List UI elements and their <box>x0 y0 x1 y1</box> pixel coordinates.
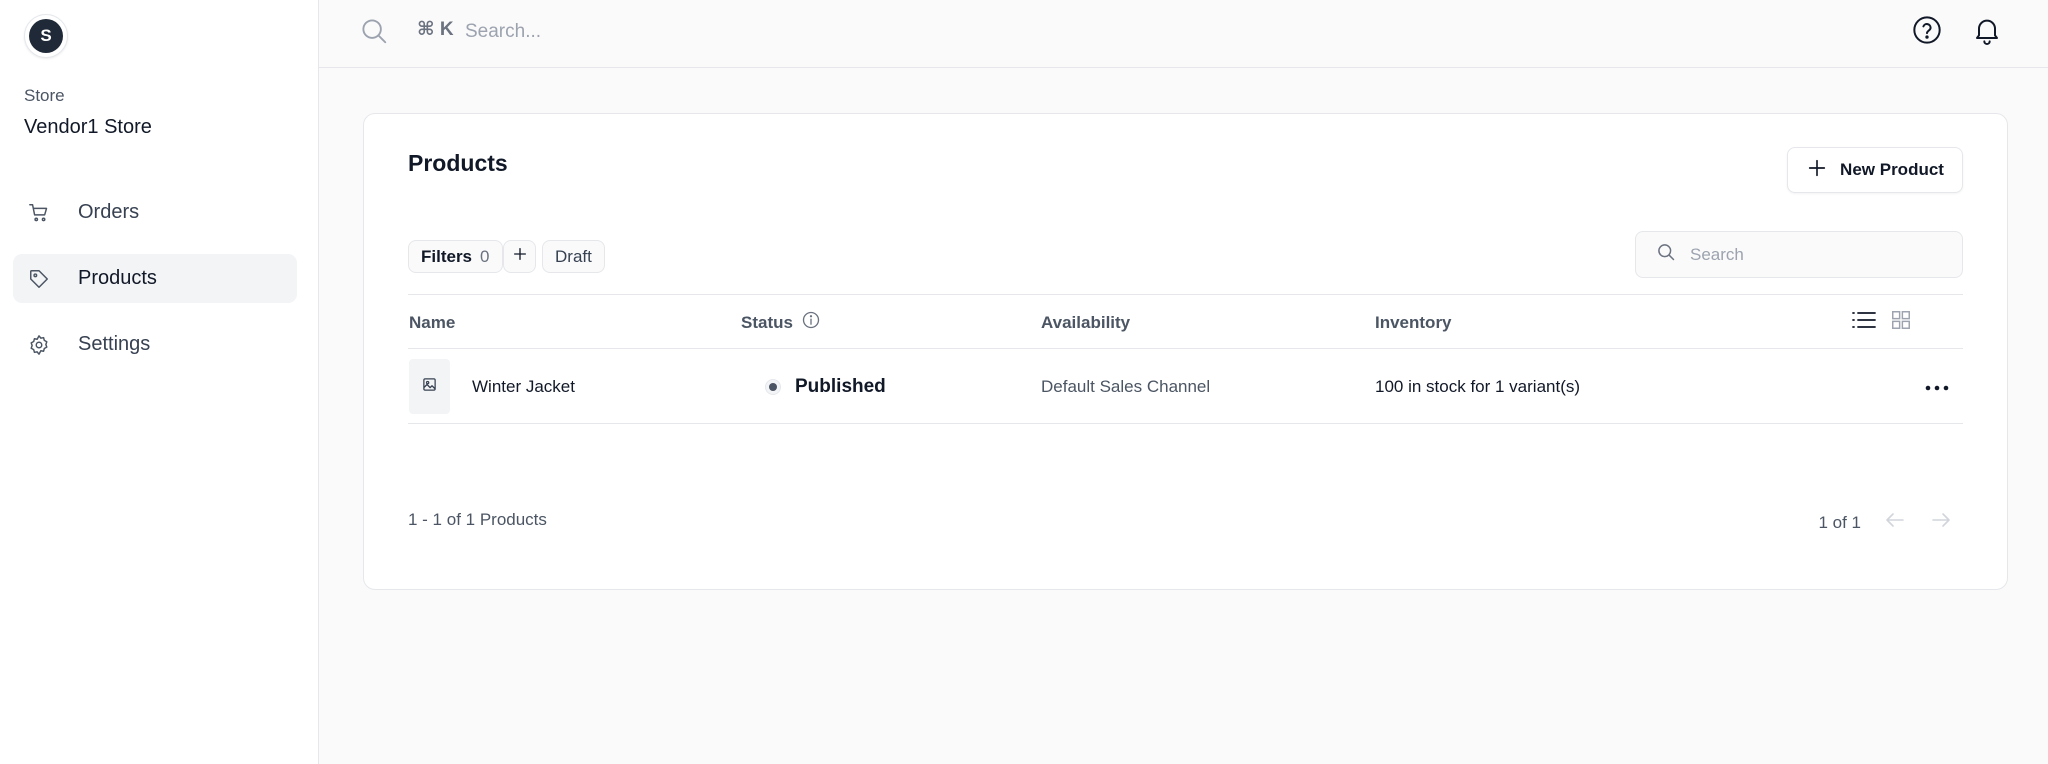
plus-icon <box>1806 157 1828 184</box>
table-row[interactable]: Winter Jacket Published Default Sales Ch… <box>408 349 1963 424</box>
store-avatar[interactable]: S <box>24 14 68 58</box>
info-icon[interactable] <box>801 310 821 335</box>
topbar: ⌘ K <box>319 0 2048 68</box>
search-icon[interactable] <box>359 16 389 51</box>
avatar-letter: S <box>29 19 63 53</box>
status-badge: Published <box>765 349 886 424</box>
column-header-availability[interactable]: Availability <box>1041 295 1130 350</box>
bell-icon[interactable] <box>1971 14 2003 51</box>
sidebar-item-settings[interactable]: Settings <box>13 320 297 369</box>
new-product-label: New Product <box>1840 160 1944 179</box>
global-search-input[interactable] <box>465 14 965 50</box>
arrow-right-icon <box>1929 513 1953 536</box>
sidebar-item-label: Products <box>78 267 157 289</box>
draft-filter-chip[interactable]: Draft <box>542 240 605 273</box>
prev-page-button[interactable] <box>1883 508 1907 537</box>
page-indicator: 1 of 1 <box>1818 512 1861 532</box>
list-view-icon[interactable] <box>1852 309 1876 336</box>
new-product-button[interactable]: New Product <box>1787 147 1963 193</box>
page-title: Products <box>408 150 508 176</box>
view-toggle <box>1852 295 1912 350</box>
main-content: ⌘ K Products New Prod <box>319 0 2048 764</box>
products-card: Products New Product Filters 0 Draft Sea… <box>363 113 2008 590</box>
product-name: Winter Jacket <box>472 376 575 396</box>
image-icon <box>422 377 437 397</box>
filters-chip[interactable]: Filters 0 <box>408 240 503 273</box>
sidebar-item-label: Orders <box>78 201 140 223</box>
help-icon[interactable] <box>1911 14 1943 51</box>
search-icon <box>1656 242 1676 267</box>
sidebar-item-products[interactable]: Products <box>13 254 297 303</box>
plus-icon <box>512 246 528 267</box>
pagination-summary: 1 - 1 of 1 Products <box>408 510 547 529</box>
row-actions-button[interactable] <box>1925 349 1949 424</box>
cart-icon <box>27 201 51 225</box>
more-horizontal-icon <box>1925 377 1949 397</box>
sidebar: S Store Vendor1 Store Orders Products Se… <box>0 0 319 764</box>
app-root: S Store Vendor1 Store Orders Products Se… <box>0 0 2048 764</box>
products-search <box>1635 231 1963 278</box>
product-thumbnail <box>409 349 450 424</box>
add-filter-button[interactable] <box>503 240 536 273</box>
product-availability: Default Sales Channel <box>1041 376 1211 396</box>
next-page-button[interactable] <box>1929 508 1953 537</box>
filters-label: Filters <box>421 246 473 266</box>
grid-view-icon[interactable] <box>1890 309 1912 336</box>
pagination: 1 of 1 <box>1818 508 1953 537</box>
shortcut-hint: ⌘ K <box>417 19 454 40</box>
products-table: Name Status Availability Inventory Winte… <box>408 294 1963 424</box>
column-header-inventory[interactable]: Inventory <box>1375 295 1452 350</box>
product-inventory: 100 in stock for 1 variant(s) <box>1375 376 1581 396</box>
products-search-input[interactable] <box>1690 244 1950 265</box>
sidebar-item-orders[interactable]: Orders <box>13 188 297 237</box>
store-label: Store <box>24 86 65 105</box>
status-dot <box>765 378 781 395</box>
store-name: Vendor1 Store <box>24 116 152 138</box>
gear-icon <box>27 333 51 357</box>
column-header-status[interactable]: Status <box>741 295 821 350</box>
tag-icon <box>27 267 51 291</box>
filters-count: 0 <box>480 246 490 266</box>
sidebar-item-label: Settings <box>78 333 151 355</box>
column-header-name[interactable]: Name <box>409 295 455 350</box>
table-header: Name Status Availability Inventory <box>408 294 1963 349</box>
arrow-left-icon <box>1883 513 1907 536</box>
